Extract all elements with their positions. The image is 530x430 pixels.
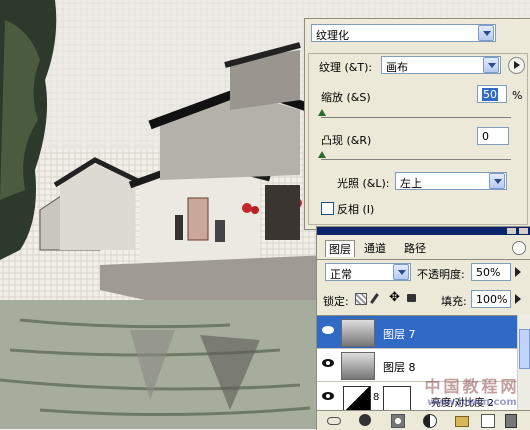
layer-row[interactable]: 图层 8 (317, 349, 517, 382)
scaling-slider-track[interactable] (321, 117, 511, 118)
lock-label: 锁定: (323, 295, 349, 308)
texture-label: 纹理 (&T): (319, 61, 373, 74)
lock-icon[interactable] (407, 294, 416, 302)
layer-row[interactable]: 图层 7 (317, 316, 517, 349)
scaling-slider-handle[interactable] (318, 109, 326, 116)
eye-icon[interactable] (322, 326, 334, 334)
opacity-input[interactable]: 50% (471, 263, 511, 281)
layer-style-icon[interactable] (359, 414, 371, 426)
layers-scrollbar[interactable] (517, 315, 530, 409)
new-group-icon[interactable] (455, 416, 469, 427)
filter-name: 纹理化 (316, 29, 349, 42)
invert-checkbox[interactable] (321, 202, 334, 215)
panel-title-bar (317, 227, 530, 235)
opacity-arrow-icon[interactable] (515, 267, 521, 277)
fill-input[interactable]: 100% (471, 290, 511, 308)
fill-arrow-icon[interactable] (515, 294, 521, 304)
add-mask-icon[interactable] (391, 414, 405, 428)
lock-transparency-icon[interactable] (355, 293, 367, 305)
texturizer-panel: 纹理化 纹理 (&T): 画布 缩放 (&S) 50 % 凸现 (&R) 0 光… (304, 18, 530, 230)
layers-list: 图层 7 图层 8 8 亮度/对比度 2 (317, 315, 517, 410)
invert-label[interactable]: 反相 (I) (337, 201, 374, 217)
layer-name: 亮度/对比度 2 (431, 398, 494, 409)
fill-label: 填充: (441, 295, 467, 308)
adjustment-icon (343, 386, 371, 410)
layers-toolbar (317, 410, 530, 430)
texture-select[interactable]: 画布 (381, 56, 501, 74)
chevron-down-icon[interactable] (393, 264, 409, 280)
layer-name: 图层 8 (383, 361, 416, 374)
chevron-down-icon[interactable] (478, 25, 494, 41)
light-value: 左上 (400, 177, 422, 190)
chevron-down-icon[interactable] (489, 173, 505, 189)
scroll-thumb[interactable] (519, 329, 530, 369)
light-select[interactable]: 左上 (395, 172, 507, 190)
relief-slider-handle[interactable] (318, 151, 326, 158)
texture-menu-button[interactable] (508, 57, 525, 74)
relief-label: 凸现 (&R) (321, 134, 372, 147)
new-layer-icon[interactable] (481, 414, 495, 428)
relief-value: 0 (482, 130, 489, 143)
layer-thumbnail (341, 319, 375, 347)
tab-strip: 图层 通道 路径 (317, 237, 530, 260)
relief-input[interactable]: 0 (477, 127, 509, 145)
chain-link-icon: 8 (373, 392, 380, 403)
play-arrow-icon (514, 61, 520, 69)
layer-thumbnail (341, 352, 375, 380)
minimize-button[interactable] (507, 228, 516, 234)
light-label: 光照 (&L): (337, 177, 390, 190)
scaling-unit: % (512, 89, 523, 102)
blend-mode-value: 正常 (330, 268, 352, 281)
scaling-label: 缩放 (&S) (321, 91, 371, 104)
trash-icon[interactable] (505, 414, 517, 428)
blend-mode-select[interactable]: 正常 (325, 263, 411, 281)
eye-icon[interactable] (322, 392, 334, 400)
scaling-value: 50 (482, 88, 498, 101)
tab-channels[interactable]: 通道 (361, 240, 389, 256)
layers-panel: 图层 通道 路径 正常 不透明度: 50% 锁定: ✥ 填充: 100% 图层 … (316, 226, 530, 430)
tab-layers[interactable]: 图层 (325, 240, 355, 257)
close-button[interactable] (519, 228, 528, 234)
layer-row[interactable]: 8 亮度/对比度 2 (317, 382, 517, 410)
move-icon[interactable]: ✥ (389, 290, 400, 305)
opacity-value: 50% (476, 266, 501, 279)
panel-menu-button[interactable] (512, 241, 526, 255)
eye-icon[interactable] (322, 359, 334, 367)
layer-mask-thumbnail (383, 386, 411, 410)
texture-value: 画布 (386, 61, 408, 74)
brush-icon[interactable] (370, 293, 379, 304)
chevron-down-icon[interactable] (483, 57, 499, 73)
adjustment-layer-icon[interactable] (423, 414, 437, 428)
tab-paths[interactable]: 路径 (401, 240, 429, 256)
layer-name: 图层 7 (383, 328, 416, 341)
link-layers-icon[interactable] (327, 417, 341, 425)
filter-select[interactable]: 纹理化 (311, 24, 496, 42)
opacity-label: 不透明度: (417, 268, 465, 281)
scaling-input[interactable]: 50 (477, 85, 507, 103)
relief-slider-track[interactable] (321, 159, 511, 160)
fill-value: 100% (476, 293, 508, 306)
